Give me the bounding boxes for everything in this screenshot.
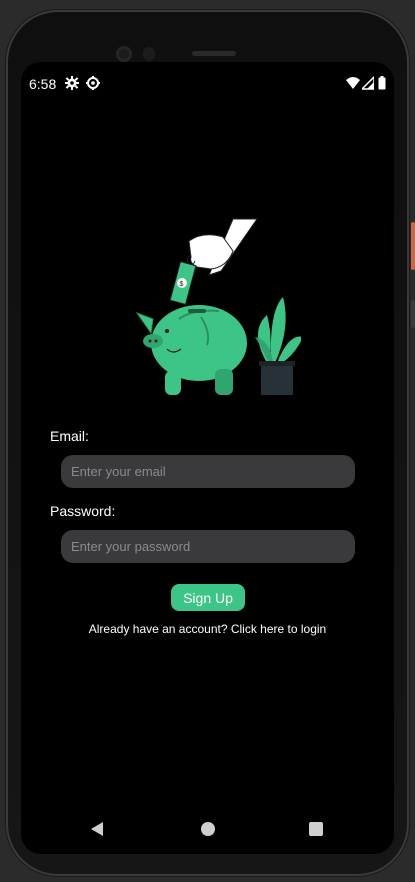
wifi-icon bbox=[346, 76, 360, 90]
signal-icon bbox=[360, 75, 376, 90]
status-time: 6:58 bbox=[29, 76, 57, 92]
status-bar: 6:58 bbox=[21, 74, 394, 94]
back-icon[interactable] bbox=[91, 822, 103, 836]
email-field[interactable] bbox=[61, 455, 355, 488]
battery-icon bbox=[378, 76, 392, 90]
device-frame: 6:58 $ Email: Enter your email Password:… bbox=[0, 0, 415, 882]
volume-button[interactable] bbox=[411, 300, 415, 328]
signup-button[interactable]: Sign Up bbox=[171, 584, 245, 611]
email-label: Email: bbox=[50, 428, 89, 444]
front-sensor bbox=[143, 47, 155, 61]
power-button[interactable] bbox=[411, 222, 415, 270]
app-screen: 6:58 $ Email: Enter your email Password:… bbox=[21, 62, 394, 854]
recents-icon[interactable] bbox=[309, 822, 323, 836]
front-camera bbox=[116, 46, 132, 62]
piggy-bank-illustration: $ bbox=[131, 215, 303, 397]
password-label: Password: bbox=[50, 503, 116, 519]
home-icon[interactable] bbox=[201, 822, 215, 836]
svg-text:$: $ bbox=[180, 281, 184, 288]
login-link[interactable]: Already have an account? Click here to l… bbox=[21, 622, 394, 636]
earpiece-speaker bbox=[192, 51, 236, 56]
navigation-bar bbox=[21, 814, 394, 844]
gear-icon bbox=[65, 76, 79, 90]
settings-alt-icon bbox=[86, 76, 100, 90]
password-field[interactable] bbox=[61, 530, 355, 563]
